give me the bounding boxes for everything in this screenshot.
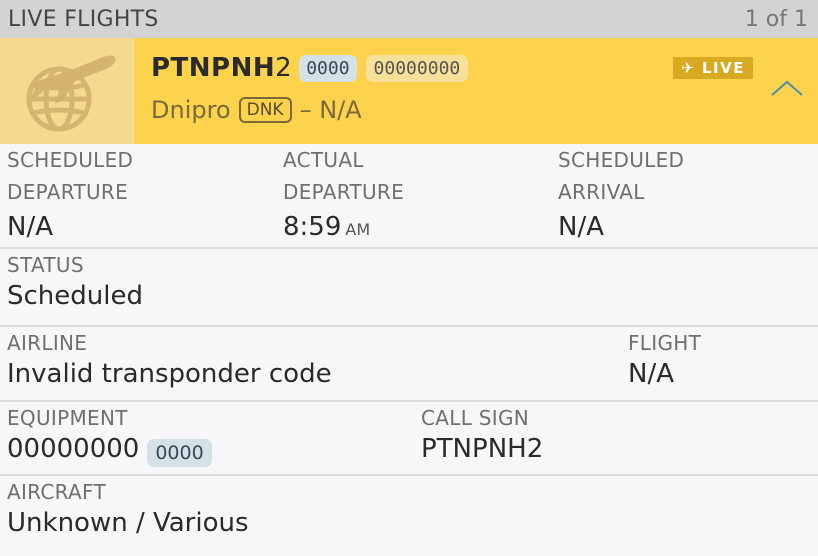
squawk-badge: 0000: [299, 54, 357, 82]
flight-header[interactable]: PTNPNH2 0000 00000000 Dnipro DNK – N/A ✈…: [0, 38, 818, 144]
hex-badge: 00000000: [365, 54, 469, 82]
status-row: STATUS Scheduled: [0, 249, 818, 327]
route: Dnipro DNK – N/A: [151, 96, 362, 124]
live-badge: ✈ LIVE: [673, 57, 753, 79]
status-value: Scheduled: [7, 281, 143, 311]
equipment-label: EQUIPMENT: [7, 406, 128, 430]
origin-city: Dnipro: [151, 96, 231, 124]
globe-plane-icon: [26, 55, 116, 132]
scheduled-departure: SCHEDULED DEPARTURE N/A: [7, 148, 134, 242]
equipment-badge: 0000: [147, 438, 212, 467]
flight-value: N/A: [628, 359, 674, 389]
airline-value: Invalid transponder code: [7, 359, 332, 389]
aircraft-value: Unknown / Various: [7, 508, 249, 538]
equipment-value: 00000000: [7, 434, 140, 464]
origin-code: DNK: [238, 97, 292, 123]
live-flights-bar: LIVE FLIGHTS 1 of 1: [0, 0, 818, 38]
equipment-row: EQUIPMENT 00000000 0000 CALL SIGN PTNPNH2: [0, 402, 818, 476]
callsign-value: PTNPNH2: [421, 434, 544, 464]
airline-logo: [0, 38, 134, 144]
scheduled-arrival: SCHEDULED ARRIVAL N/A: [558, 148, 685, 242]
pager-count: 1 of 1: [744, 6, 808, 32]
aircraft-row: AIRCRAFT Unknown / Various: [0, 476, 818, 556]
times-row: SCHEDULED DEPARTURE N/A ACTUAL DEPARTURE…: [0, 144, 818, 249]
aircraft-label: AIRCRAFT: [7, 480, 106, 504]
status-label: STATUS: [7, 253, 84, 277]
airline-row: AIRLINE Invalid transponder code FLIGHT …: [0, 327, 818, 402]
callsign-label: CALL SIGN: [421, 406, 530, 430]
chevron-up-icon[interactable]: [770, 78, 804, 98]
plane-icon: ✈: [681, 59, 696, 77]
flight-callsign: PTNPNH2: [151, 53, 293, 83]
panel-title: LIVE FLIGHTS: [8, 6, 159, 32]
destination: – N/A: [299, 96, 362, 124]
actual-departure: ACTUAL DEPARTURE 8:59 AM: [283, 148, 405, 242]
flight-label: FLIGHT: [628, 331, 702, 355]
airline-label: AIRLINE: [7, 331, 88, 355]
